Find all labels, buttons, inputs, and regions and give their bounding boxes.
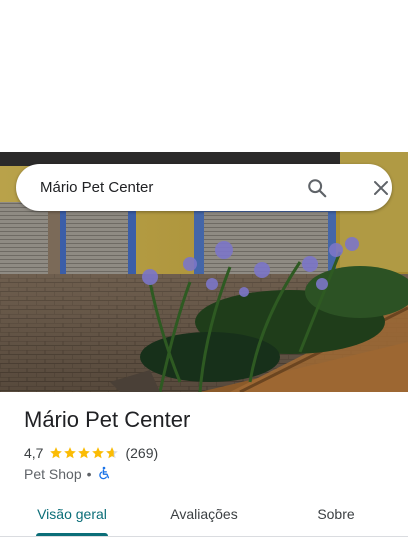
separator-dot: • [86,466,92,482]
rating-value: 4,7 [24,445,44,461]
star-icon [78,447,91,459]
star-rating [49,446,119,460]
star-icon [64,447,77,459]
review-count[interactable]: (269) [125,445,158,461]
star-icon [50,447,63,459]
rating-row[interactable]: 4,7 (269) [24,444,158,462]
place-category: Pet Shop [24,466,82,482]
tab-bar: Visão geral Avaliações Sobre [0,496,408,536]
search-bar[interactable]: Mário Pet Center [16,164,392,211]
search-query-text[interactable]: Mário Pet Center [40,164,153,211]
star-icon [92,447,105,459]
tab-reviews[interactable]: Avaliações [156,496,252,532]
search-icon[interactable] [304,175,330,201]
tab-divider [0,536,408,537]
category-row: Pet Shop • [24,465,111,483]
star-half-icon [106,447,119,459]
place-name: Mário Pet Center [24,407,191,432]
tab-overview[interactable]: Visão geral [24,496,120,532]
close-icon[interactable] [368,175,394,201]
tab-about[interactable]: Sobre [288,496,384,532]
wheelchair-icon [97,466,111,483]
blank-header-area [0,0,408,152]
